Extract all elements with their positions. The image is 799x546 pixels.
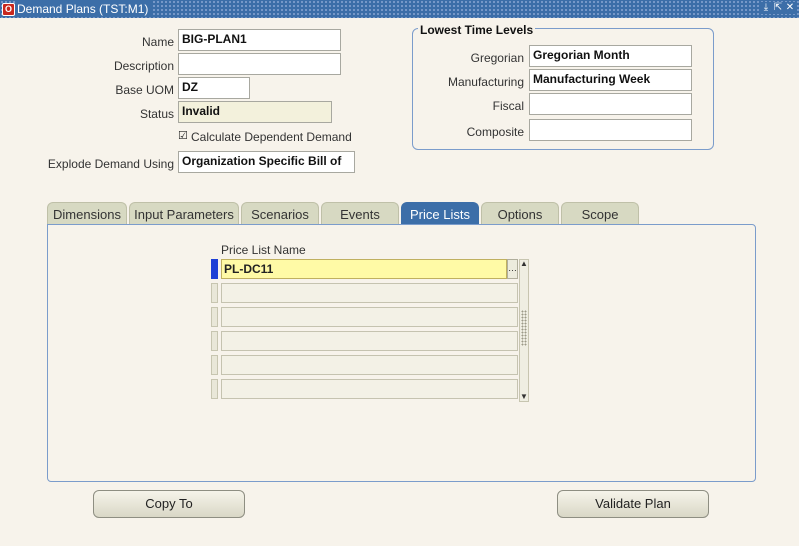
row-indicator[interactable] — [211, 331, 218, 351]
name-label: Name — [141, 35, 174, 49]
scroll-up-icon[interactable]: ▲ — [519, 259, 529, 269]
validate-plan-button[interactable]: Validate Plan — [557, 490, 709, 518]
calc-dependent-demand-checkbox[interactable]: ☑ — [178, 131, 189, 142]
status-field: Invalid — [178, 101, 332, 123]
composite-label: Composite — [466, 125, 524, 139]
fiscal-label: Fiscal — [492, 99, 524, 113]
close-icon[interactable]: ✕ — [785, 2, 795, 14]
manufacturing-field[interactable]: Manufacturing Week — [529, 69, 692, 91]
scroll-grip-icon[interactable] — [521, 310, 527, 346]
tab-dimensions[interactable]: Dimensions — [47, 202, 127, 225]
tab-input-parameters[interactable]: Input Parameters — [129, 202, 239, 225]
lowest-time-levels-title: Lowest Time Levels — [418, 23, 536, 37]
copy-to-button[interactable]: Copy To — [93, 490, 245, 518]
price-list-name-cell[interactable] — [221, 331, 518, 351]
price-list-name-header: Price List Name — [221, 243, 306, 257]
row-indicator[interactable] — [211, 355, 218, 375]
window-title: Demand Plans (TST:M1) — [15, 1, 153, 17]
explode-demand-label: Explode Demand Using — [47, 157, 174, 171]
price-list-name-cell[interactable]: PL-DC11 — [221, 259, 507, 279]
tab-scope[interactable]: Scope — [561, 202, 639, 225]
tab-events[interactable]: Events — [321, 202, 399, 225]
tab-price-lists[interactable]: Price Lists — [401, 202, 479, 225]
price-list-name-cell[interactable] — [221, 355, 518, 375]
name-field[interactable]: BIG-PLAN1 — [178, 29, 341, 51]
calc-dependent-demand-label: Calculate Dependent Demand — [191, 130, 352, 144]
status-label: Status — [139, 107, 174, 121]
manufacturing-label: Manufacturing — [447, 75, 524, 89]
gregorian-label: Gregorian — [470, 51, 524, 65]
price-list-name-cell[interactable] — [221, 283, 518, 303]
scroll-down-icon[interactable]: ▼ — [519, 392, 529, 402]
fiscal-field[interactable] — [529, 93, 692, 115]
list-of-values-button[interactable]: … — [507, 259, 518, 279]
composite-field[interactable] — [529, 119, 692, 141]
base-uom-label: Base UOM — [115, 83, 174, 97]
base-uom-field[interactable]: DZ — [178, 77, 250, 99]
description-label: Description — [113, 59, 174, 73]
maximize-icon[interactable]: ⇱ — [773, 2, 783, 14]
gregorian-field[interactable]: Gregorian Month — [529, 45, 692, 67]
explode-demand-field[interactable]: Organization Specific Bill of — [178, 151, 355, 173]
tab-options[interactable]: Options — [481, 202, 559, 225]
oracle-icon: O — [2, 3, 15, 16]
row-indicator[interactable] — [211, 379, 218, 399]
description-field[interactable] — [178, 53, 341, 75]
minimize-icon[interactable]: ⤓ — [761, 2, 771, 14]
price-list-name-cell[interactable] — [221, 307, 518, 327]
row-indicator[interactable] — [211, 283, 218, 303]
price-list-name-cell[interactable] — [221, 379, 518, 399]
row-indicator[interactable] — [211, 307, 218, 327]
tab-scenarios[interactable]: Scenarios — [241, 202, 319, 225]
row-indicator[interactable] — [211, 259, 218, 279]
